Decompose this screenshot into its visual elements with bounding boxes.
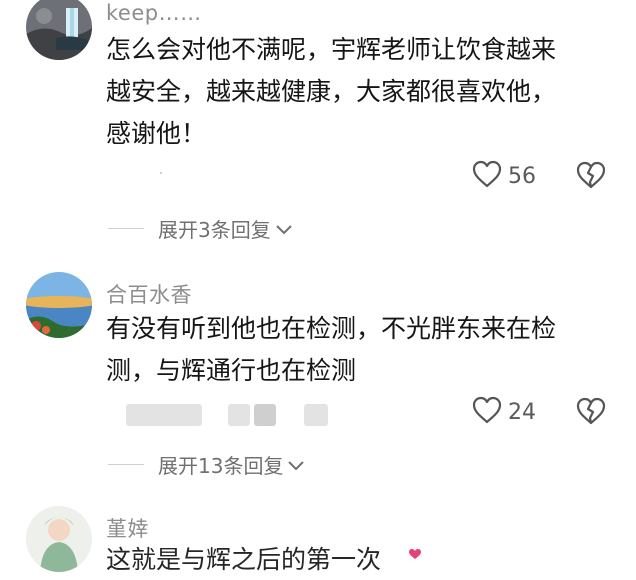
comment-username[interactable]: keep…… — [106, 1, 202, 25]
broken-heart-icon — [576, 397, 606, 429]
comment-text-line: 感谢他！ — [106, 119, 207, 148]
blurred-content — [126, 404, 202, 426]
expand-replies-button[interactable]: 展开3条回复 — [108, 214, 293, 243]
like-button[interactable]: 56 — [472, 160, 536, 192]
comment-text-line: 怎么会对他不满呢，宇辉老师让饮食越来 — [106, 35, 557, 64]
expand-replies-label: 展开3条回复 — [158, 218, 271, 242]
chevron-down-icon — [287, 453, 305, 477]
like-button[interactable]: 24 — [472, 396, 536, 428]
expand-replies-label: 展开13条回复 — [158, 454, 284, 478]
blurred-content — [304, 404, 328, 426]
blurred-content — [228, 404, 250, 426]
heart-icon — [472, 396, 502, 428]
comment-text-line: 越安全，越来越健康，大家都很喜欢他， — [106, 77, 557, 106]
heart-emoji-icon — [408, 545, 422, 564]
blurred-content — [254, 404, 276, 426]
like-count: 24 — [508, 399, 536, 425]
divider — [108, 228, 144, 229]
like-count: 56 — [508, 163, 536, 189]
comment-text-line: 有没有听到他也在检测，不光胖东来在检 — [106, 314, 557, 343]
avatar[interactable] — [26, 506, 92, 572]
expand-replies-button[interactable]: 展开13条回复 — [108, 450, 305, 479]
chevron-down-icon — [275, 217, 293, 241]
divider — [108, 464, 144, 465]
comment-text-line: 这就是与辉之后的第一次 — [106, 545, 382, 574]
comment-username[interactable]: 合百水香 — [106, 279, 192, 309]
divider-dot — [160, 172, 162, 174]
avatar[interactable] — [26, 272, 92, 338]
heart-icon — [472, 160, 502, 192]
dislike-button[interactable] — [576, 397, 606, 429]
avatar[interactable] — [26, 0, 92, 60]
broken-heart-icon — [576, 161, 606, 193]
comment-username[interactable]: 堇婞 — [106, 513, 149, 543]
dislike-button[interactable] — [576, 161, 606, 193]
comment-text-line: 测，与辉通行也在检测 — [106, 356, 357, 385]
